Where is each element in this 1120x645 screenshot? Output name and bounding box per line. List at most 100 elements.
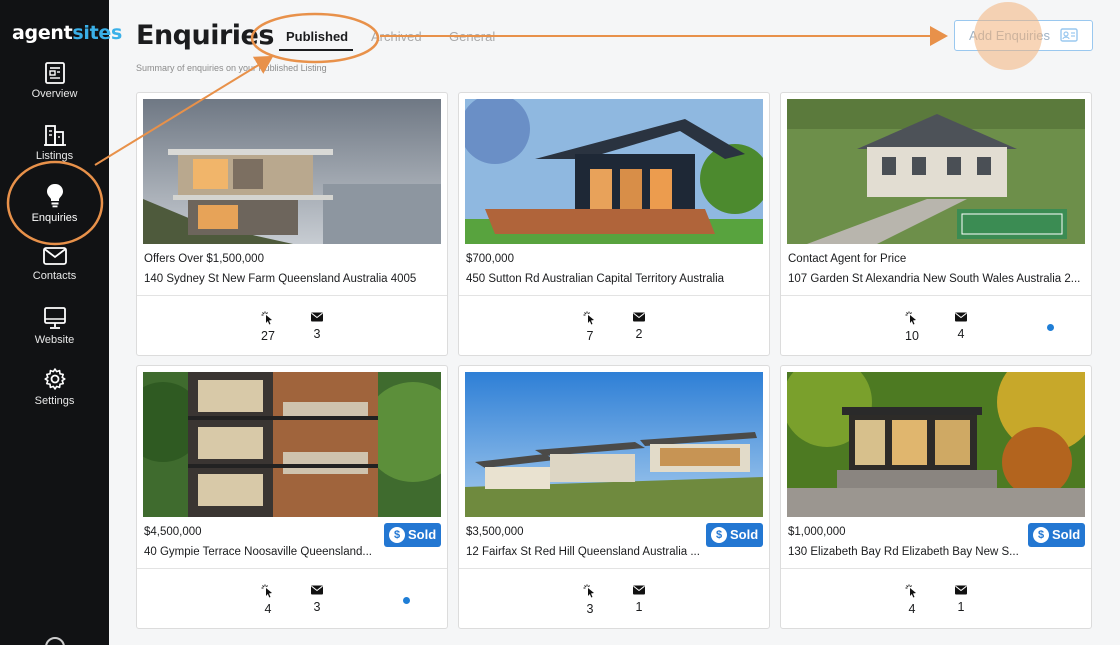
logo-text-sites: sites <box>72 22 123 44</box>
enquiries-count: 4 <box>957 327 965 341</box>
views-count: 3 <box>586 602 594 616</box>
envelope-icon <box>633 312 645 322</box>
listing-card[interactable]: $700,000 450 Sutton Rd Australian Capita… <box>458 92 770 356</box>
enquiries-count: 3 <box>313 327 321 341</box>
listing-address: 450 Sutton Rd Australian Capital Territo… <box>466 273 725 285</box>
listing-price: $1,000,000 <box>788 526 846 538</box>
envelope-icon <box>955 312 967 322</box>
listing-photo[interactable] <box>787 99 1085 244</box>
sidebar-item-label: Listings <box>35 150 74 162</box>
sidebar: agentsites Overview Listings Enquiries C… <box>0 0 122 645</box>
views-count: 10 <box>905 329 919 343</box>
cursor-click-icon <box>583 311 594 325</box>
enquiries-count: 1 <box>635 600 643 614</box>
monitor-icon <box>43 307 66 329</box>
envelope-icon <box>311 312 323 322</box>
tab-published[interactable]: Published <box>286 29 348 44</box>
listing-address: 107 Garden St Alexandria New South Wales… <box>788 273 1081 285</box>
contact-card-icon <box>1060 28 1078 42</box>
add-enquiries-button[interactable]: Add Enquiries <box>954 20 1093 51</box>
sidebar-item-overview[interactable]: Overview <box>0 62 109 118</box>
divider <box>137 295 447 296</box>
listing-photo[interactable] <box>143 372 441 517</box>
unread-indicator <box>403 597 410 604</box>
divider <box>781 568 1091 569</box>
enquiries-stat: 3 <box>302 584 332 614</box>
enquiries-stat: 2 <box>624 311 654 341</box>
logo[interactable]: agentsites <box>12 22 122 44</box>
dollar-icon: $ <box>1033 527 1049 543</box>
envelope-icon <box>955 585 967 595</box>
divider <box>781 295 1091 296</box>
listing-price: Contact Agent for Price <box>788 253 907 265</box>
listing-photo[interactable] <box>787 372 1085 517</box>
views-stat: 27 <box>253 311 283 343</box>
sidebar-item-label: Website <box>34 334 75 346</box>
dollar-icon: $ <box>711 527 727 543</box>
enquiries-stat: 1 <box>624 584 654 614</box>
cursor-click-icon <box>905 311 916 325</box>
listing-card[interactable]: $1,000,000 130 Elizabeth Bay Rd Elizabet… <box>780 365 1092 629</box>
listing-card[interactable]: $4,500,000 40 Gympie Terrace Noosaville … <box>136 365 448 629</box>
document-icon <box>44 62 65 84</box>
listing-address: 12 Fairfax St Red Hill Queensland Austra… <box>466 546 700 558</box>
listing-address: 130 Elizabeth Bay Rd Elizabeth Bay New S… <box>788 546 1019 558</box>
gear-icon <box>43 368 66 390</box>
listing-price: $4,500,000 <box>144 526 202 538</box>
tab-archived[interactable]: Archived <box>371 29 422 44</box>
envelope-icon <box>311 585 323 595</box>
sidebar-item-listings[interactable]: Listings <box>0 122 109 178</box>
enquiries-stat: 1 <box>946 584 976 614</box>
listing-address: 40 Gympie Terrace Noosaville Queensland.… <box>144 546 372 558</box>
views-stat: 4 <box>897 584 927 616</box>
listing-photo[interactable] <box>143 99 441 244</box>
views-count: 4 <box>264 602 272 616</box>
enquiries-count: 1 <box>957 600 965 614</box>
sold-badge: $ Sold <box>706 523 763 547</box>
views-count: 7 <box>586 329 594 343</box>
divider <box>459 568 769 569</box>
views-stat: 4 <box>253 584 283 616</box>
page-subtitle: Summary of enquiries on your Published L… <box>136 63 327 73</box>
listing-photo[interactable] <box>465 372 763 517</box>
enquiries-count: 2 <box>635 327 643 341</box>
sidebar-item-enquiries[interactable]: Enquiries <box>0 182 109 238</box>
sidebar-item-label: Overview <box>31 88 78 100</box>
listing-card[interactable]: Offers Over $1,500,000 140 Sydney St New… <box>136 92 448 356</box>
cursor-click-icon <box>905 584 916 598</box>
sold-label: Sold <box>730 527 759 542</box>
sidebar-item-label: Settings <box>34 395 75 407</box>
sidebar-item-settings[interactable]: Settings <box>0 367 109 423</box>
cursor-click-icon <box>583 584 594 598</box>
enquiries-stat: 4 <box>946 311 976 341</box>
listing-address: 140 Sydney St New Farm Queensland Austra… <box>144 273 417 285</box>
help-icon[interactable] <box>45 637 65 645</box>
listing-card[interactable]: $3,500,000 12 Fairfax St Red Hill Queens… <box>458 365 770 629</box>
enquiries-count: 3 <box>313 600 321 614</box>
lightbulb-icon <box>46 184 63 208</box>
sold-label: Sold <box>1052 527 1081 542</box>
views-stat: 3 <box>575 584 605 616</box>
divider <box>137 568 447 569</box>
listing-photo[interactable] <box>465 99 763 244</box>
sidebar-item-contacts[interactable]: Contacts <box>0 246 109 302</box>
envelope-icon <box>633 585 645 595</box>
listing-price: $700,000 <box>466 253 514 265</box>
views-stat: 7 <box>575 311 605 343</box>
divider <box>459 295 769 296</box>
listing-card[interactable]: Contact Agent for Price 107 Garden St Al… <box>780 92 1092 356</box>
unread-indicator <box>1047 324 1054 331</box>
sidebar-item-label: Contacts <box>32 270 77 282</box>
listing-price: $3,500,000 <box>466 526 524 538</box>
active-tab-indicator <box>279 49 353 51</box>
logo-text-agent: agent <box>12 22 73 44</box>
building-icon <box>43 125 66 146</box>
sidebar-item-website[interactable]: Website <box>0 306 109 362</box>
sold-badge: $ Sold <box>384 523 441 547</box>
app: agentsites Overview Listings Enquiries C… <box>0 0 1120 645</box>
page-title: Enquiries <box>136 20 274 51</box>
listing-price: Offers Over $1,500,000 <box>144 253 264 265</box>
tab-general[interactable]: General <box>449 29 495 44</box>
sold-label: Sold <box>408 527 437 542</box>
cursor-click-icon <box>261 311 272 325</box>
